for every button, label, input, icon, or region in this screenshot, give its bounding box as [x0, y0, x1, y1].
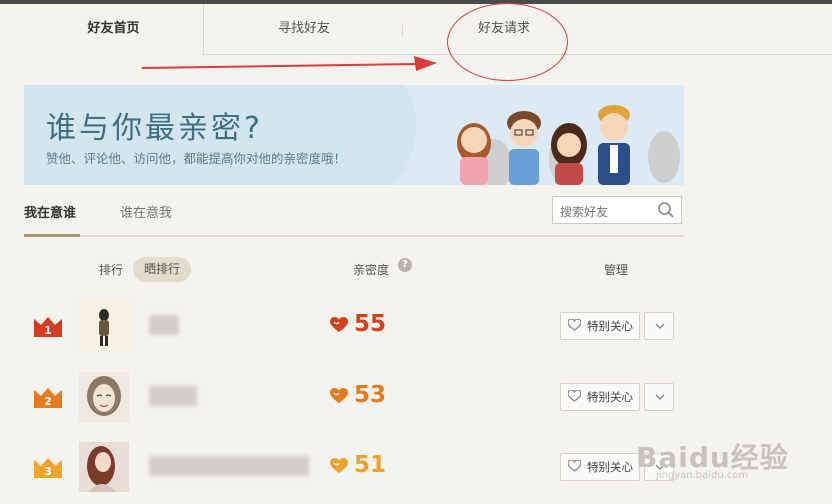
rank-header: 排行 — [99, 263, 124, 277]
avatar[interactable] — [79, 301, 129, 351]
help-icon[interactable]: ? — [398, 258, 412, 272]
share-rank-button[interactable]: 晒排行 — [133, 257, 191, 282]
friend-name[interactable] — [149, 456, 309, 476]
rank-number: 3 — [44, 465, 52, 478]
crown-rank-icon: 3 — [34, 458, 62, 478]
avatar[interactable] — [79, 372, 129, 422]
heart-plus-icon — [568, 319, 581, 331]
subtab-who-cares-me[interactable]: 谁在意我 — [120, 202, 172, 221]
watermark-url: jingyan.baidu.com — [656, 470, 749, 481]
intimacy-score: 51 — [354, 452, 387, 478]
crown-rank-icon: 1 — [34, 317, 62, 337]
tab-separator — [402, 24, 403, 36]
subtab-active-indicator — [24, 234, 80, 237]
rank-number: 2 — [44, 395, 52, 408]
banner-subtitle: 赞他、评论他、访问他，都能提高你对他的亲密度哦！ — [46, 151, 347, 166]
chevron-down-icon — [655, 323, 665, 329]
friend-row: 3 51 特别关心 — [24, 442, 684, 502]
friend-name[interactable] — [149, 315, 179, 335]
tab-friends-home[interactable]: 好友首页 — [24, 4, 204, 54]
intimacy-score: 55 — [354, 311, 387, 337]
friend-row: 1 55 特别关心 — [24, 301, 684, 361]
special-care-label: 特别关心 — [587, 390, 633, 404]
avatar[interactable] — [79, 442, 129, 492]
subtab-who-i-care[interactable]: 我在意谁 — [24, 202, 76, 221]
special-care-label: 特别关心 — [587, 319, 633, 333]
subtab-divider — [24, 235, 684, 237]
manage-header: 管理 — [604, 263, 629, 277]
heart-plus-icon — [568, 390, 581, 402]
search-input[interactable]: 搜索好友 — [560, 203, 608, 220]
heart-icon — [330, 388, 348, 403]
heart-plus-icon — [568, 460, 581, 472]
chevron-down-icon — [655, 394, 665, 400]
annotation-arrow — [142, 56, 437, 71]
intimacy-banner: 谁与你最亲密? 赞他、评论他、访问他，都能提高你对他的亲密度哦！ — [24, 85, 684, 185]
search-icon[interactable] — [657, 201, 675, 219]
friend-name[interactable] — [149, 386, 197, 406]
intimacy-score: 53 — [354, 382, 387, 408]
highlight-ellipse — [447, 3, 568, 81]
heart-icon — [330, 458, 348, 473]
heart-icon — [330, 317, 348, 332]
special-care-button[interactable]: 特别关心 — [560, 453, 640, 481]
special-care-button[interactable]: 特别关心 — [560, 312, 640, 340]
banner-title: 谁与你最亲密? — [46, 111, 263, 146]
special-care-label: 特别关心 — [587, 460, 633, 474]
manage-dropdown-button[interactable] — [644, 383, 674, 411]
rank-number: 1 — [44, 324, 52, 337]
special-care-button[interactable]: 特别关心 — [560, 383, 640, 411]
intimacy-header: 亲密度 — [353, 263, 390, 277]
friend-search-box[interactable]: 搜索好友 — [552, 196, 682, 224]
friend-row: 2 53 特别关心 — [24, 372, 684, 432]
tab-find-friends[interactable]: 寻找好友 — [204, 4, 404, 54]
crown-rank-icon: 2 — [34, 388, 62, 408]
cartoon-friends-illustration — [457, 105, 630, 185]
baidu-jingyan-watermark: Baidu经验 jingyan.baidu.com — [636, 436, 789, 481]
manage-dropdown-button[interactable] — [644, 312, 674, 340]
